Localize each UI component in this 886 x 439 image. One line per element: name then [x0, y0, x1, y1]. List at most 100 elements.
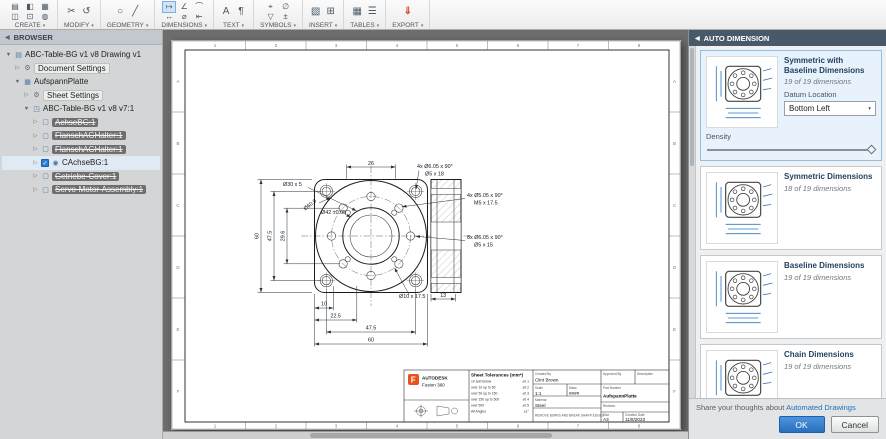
insert-image-icon[interactable]: ▧ [310, 4, 322, 20]
svg-text:F: F [673, 389, 676, 394]
browser-header[interactable]: ◀ BROWSER [0, 30, 162, 45]
collapse-panel-icon[interactable]: ◀ [695, 35, 700, 42]
option-symmetric-with-baseline[interactable]: Symmetric with Baseline Dimensions 19 of… [700, 50, 882, 161]
svg-text:60: 60 [255, 233, 261, 239]
datum-symbol-icon[interactable]: ⌖ [265, 2, 277, 12]
twisty-collapsed-icon[interactable]: ▷ [32, 146, 39, 152]
cancel-button[interactable]: Cancel [831, 416, 879, 433]
twisty-collapsed-icon[interactable]: ▷ [32, 173, 39, 179]
option-chain[interactable]: Chain Dimensions 19 of 19 dimensions [700, 344, 882, 398]
canvas-horizontal-scrollbar[interactable] [163, 431, 688, 439]
insert-menu[interactable]: INSERT▾ [309, 22, 337, 29]
browser-row-flanschaghalter-1[interactable]: ▷ ▢ FlanschAGHalter:1 [2, 129, 160, 143]
option-symmetric[interactable]: Symmetric Dimensions 18 of 19 dimensions [700, 166, 882, 250]
twisty-collapsed-icon[interactable]: ▷ [14, 65, 21, 71]
plate-side-view[interactable] [431, 180, 461, 293]
svg-text:F: F [411, 376, 416, 385]
svg-text:±0.5: ±0.5 [522, 404, 529, 408]
create-menu[interactable]: CREATE▾ [15, 22, 45, 29]
twisty-collapsed-icon[interactable]: ▷ [23, 92, 30, 98]
drawing-canvas[interactable]: 1 2 3 4 5 6 7 8 1 2 3 4 5 6 7 8 A B C D [163, 30, 688, 439]
export-pdf-icon[interactable]: ⇓ [402, 4, 414, 20]
exploded-view-icon[interactable]: ◍ [39, 12, 51, 22]
twisty-expanded-icon[interactable]: ▼ [23, 106, 30, 112]
svg-text:±1°: ±1° [524, 410, 530, 414]
parts-list-icon[interactable]: ☰ [366, 4, 378, 20]
auto-dimension-header[interactable]: ◀ AUTO DIMENSION [689, 30, 886, 46]
option-baseline[interactable]: Baseline Dimensions 19 of 19 dimensions [700, 255, 882, 339]
toolbar-group-text: A ¶ TEXT▾ [214, 0, 254, 29]
panel-scrollbar-thumb[interactable] [690, 48, 694, 166]
section-view-icon[interactable]: ◧ [24, 2, 36, 12]
collapse-panel-icon[interactable]: ◀ [5, 34, 10, 41]
break-view-icon[interactable]: ▦ [39, 2, 51, 12]
line-icon[interactable]: ╱ [129, 4, 141, 20]
chevron-down-icon: ▾ [335, 23, 338, 29]
browser-row-document-settings[interactable]: ▷ ⚙ Document Settings [2, 62, 160, 76]
option-count: 18 of 19 dimensions [784, 184, 876, 193]
panel-scrollbar[interactable] [689, 46, 696, 398]
export-menu[interactable]: EXPORT▾ [392, 22, 423, 29]
ok-button[interactable]: OK [779, 416, 825, 433]
twisty-collapsed-icon[interactable]: ▷ [32, 187, 39, 193]
weld-symbol-icon[interactable]: ∅ [280, 2, 292, 12]
browser-row-assembly[interactable]: ▼ ◳ ABC-Table-BG v1 v8 v7:1 [2, 102, 160, 116]
twisty-expanded-icon[interactable]: ▼ [5, 52, 12, 58]
tables-menu[interactable]: TABLES▾ [350, 22, 379, 29]
svg-text:AUTODESK: AUTODESK [422, 376, 448, 381]
twisty-collapsed-icon[interactable]: ▷ [32, 133, 39, 139]
leader-note-icon[interactable]: ¶ [235, 4, 247, 20]
browser-row-servo-motor[interactable]: ▷ ▢ Servo-Motor-Assembly:1 [2, 183, 160, 197]
text-menu[interactable]: TEXT▾ [223, 22, 244, 29]
slider-track[interactable] [707, 149, 868, 151]
twisty-expanded-icon[interactable]: ▼ [14, 79, 21, 85]
drawing-sheet[interactable]: 1 2 3 4 5 6 7 8 1 2 3 4 5 6 7 8 A B C D [171, 40, 681, 430]
svg-text:Ø42 ±0.05: Ø42 ±0.05 [321, 210, 346, 216]
dimensions-menu[interactable]: DIMENSIONS▾ [161, 22, 207, 29]
auto-dimension-icon[interactable]: ↦ [163, 2, 175, 12]
diameter-dimension-icon[interactable]: ⌀ [178, 12, 190, 22]
linear-dimension-icon[interactable]: ↔ [163, 12, 175, 22]
browser-row-aufspannplatte[interactable]: ▼ ▦ AufspannPlatte [2, 75, 160, 89]
toolbar-group-create: ▤ ◫ ◧ ⊡ ▦ ◍ CREATE▾ [3, 0, 58, 29]
svg-text:F: F [177, 389, 180, 394]
browser-row-flanschaghalter-2[interactable]: ▷ ▢ FlanschAGHalter:1 [2, 143, 160, 157]
browser-row-achsebg[interactable]: ▷ ▢ AchseBG:1 [2, 116, 160, 130]
baseline-dimension-icon[interactable]: ⇤ [193, 12, 205, 22]
modify-menu[interactable]: MODIFY▾ [64, 22, 94, 29]
move-icon[interactable]: ✂ [65, 4, 77, 20]
browser-row-getriebe-cover[interactable]: ▷ ▢ Getriebe-Cover:1 [2, 170, 160, 184]
browser-row-drawing-root[interactable]: ▼ ▤ ABC-Table-BG v1 v8 Drawing v1 [2, 48, 160, 62]
table-icon[interactable]: ▦ [351, 4, 363, 20]
radius-dimension-icon[interactable]: ⌒ [193, 2, 205, 12]
toolbar-group-modify: ✂ ↺ MODIFY▾ [58, 0, 101, 29]
density-slider[interactable] [706, 144, 876, 155]
twisty-collapsed-icon[interactable]: ▷ [32, 119, 39, 125]
scrollbar-thumb[interactable] [310, 433, 552, 438]
panel-title: AUTO DIMENSION [704, 34, 770, 43]
drawing-document-icon: ▤ [14, 51, 23, 59]
symbols-menu[interactable]: SYMBOLS▾ [260, 22, 296, 29]
surface-finish-icon[interactable]: ▽ [265, 12, 277, 22]
slider-handle[interactable] [867, 145, 877, 155]
base-view-icon[interactable]: ▤ [9, 2, 21, 12]
rotate-icon[interactable]: ↺ [80, 4, 92, 20]
svg-text:13: 13 [440, 293, 446, 299]
angular-dimension-icon[interactable]: ∠ [178, 2, 190, 12]
detail-view-icon[interactable]: ⊡ [24, 12, 36, 22]
eye-icon[interactable]: ◉ [51, 159, 60, 167]
browser-row-sheet-settings[interactable]: ▷ ⚙ Sheet Settings [2, 89, 160, 103]
projected-view-icon[interactable]: ◫ [9, 12, 21, 22]
datum-location-select[interactable]: Bottom Left ▾ [784, 101, 876, 116]
geometry-menu[interactable]: GEOMETRY▾ [107, 22, 149, 29]
insert-sketch-icon[interactable]: ⊞ [325, 4, 337, 20]
text-icon[interactable]: A [220, 4, 232, 20]
visibility-checkbox[interactable]: ✓ [41, 159, 49, 167]
automated-drawings-link[interactable]: Automated Drawings [786, 403, 856, 412]
sheet-icon: ▦ [23, 78, 32, 86]
circle-icon[interactable]: ○ [114, 4, 126, 20]
svg-text:29.6: 29.6 [281, 231, 287, 242]
twisty-collapsed-icon[interactable]: ▷ [32, 160, 39, 166]
browser-row-cachsebg[interactable]: ▷ ✓ ◉ CAchseBG:1 [2, 156, 160, 170]
tolerance-symbol-icon[interactable]: ± [280, 12, 292, 22]
